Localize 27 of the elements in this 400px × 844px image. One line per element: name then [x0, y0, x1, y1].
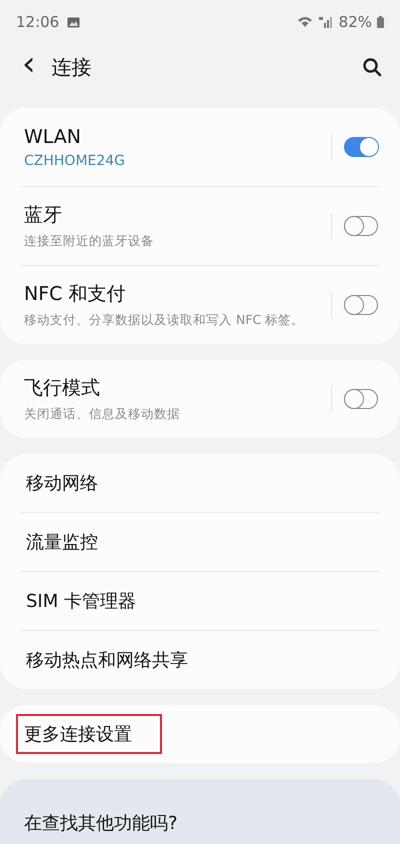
suggestion-title: 在查找其他功能吗?: [24, 813, 178, 834]
signal-icon: [318, 16, 334, 28]
page-title: 连接: [52, 54, 92, 80]
setting-link[interactable]: 移动网络: [16, 463, 108, 503]
setting-link[interactable]: SIM 卡管理器: [16, 581, 146, 621]
setting-summary: 连接至附近的蓝牙设备: [24, 233, 155, 250]
status-time: 12:06: [16, 13, 60, 31]
toggle-switch[interactable]: [344, 295, 378, 315]
setting-title[interactable]: WLAN: [24, 126, 319, 148]
setting-summary: 移动支付、分享数据以及读取和写入 NFC 标签。: [24, 312, 306, 329]
setting-link[interactable]: 更多连接设置: [16, 714, 162, 754]
wifi-icon: [296, 16, 313, 28]
setting-link[interactable]: 移动热点和网络共享: [16, 640, 198, 680]
toggle-switch[interactable]: [344, 137, 378, 157]
setting-title[interactable]: NFC 和支付: [24, 281, 319, 307]
setting-summary: 关闭通话、信息及移动数据: [24, 406, 181, 423]
setting-title[interactable]: 蓝牙: [24, 202, 319, 228]
battery-icon: [377, 16, 384, 28]
back-button[interactable]: ‹: [16, 47, 52, 87]
setting-summary: CZHHOME24G: [24, 152, 126, 168]
setting-title[interactable]: 飞行模式: [24, 375, 319, 401]
image-icon: [67, 16, 80, 28]
setting-link[interactable]: 流量监控: [16, 522, 108, 562]
search-icon: [362, 57, 382, 77]
battery-percent: 82%: [338, 13, 372, 31]
toggle-switch[interactable]: [344, 216, 378, 236]
toggle-switch[interactable]: [344, 389, 378, 409]
